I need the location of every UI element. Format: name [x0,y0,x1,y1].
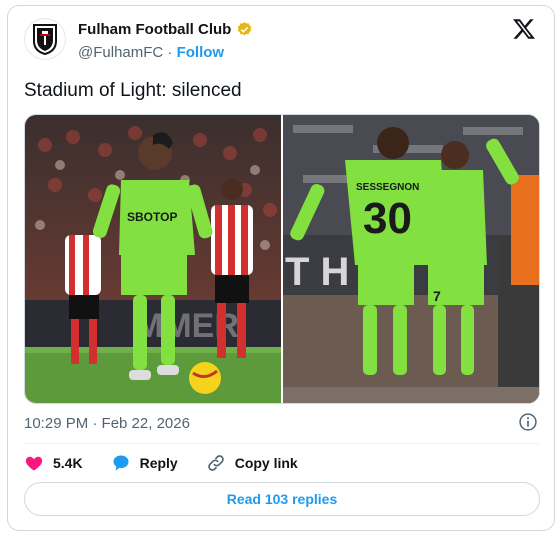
like-button[interactable]: 5.4K [24,453,83,473]
handle-separator: · [167,44,173,61]
reply-bubble-icon [113,455,129,471]
tweet-text: Stadium of Light: silenced [24,80,242,101]
verified-badge-icon [238,22,252,36]
shirt-name: SESSEGNON [356,182,419,193]
shirt-number: 30 [363,194,412,243]
reply-label: Reply [139,455,178,471]
tweet-media[interactable]: MMER SBOTOP T H SESSEGNON 30 7 [24,114,540,404]
tweet-timestamp[interactable]: 10:29 PM · Feb 22, 2026 [24,415,190,432]
like-count: 5.4K [53,455,83,471]
fulham-crest-icon [33,24,57,55]
reply-button[interactable]: Reply [111,453,178,473]
display-name[interactable]: Fulham Football Club [78,21,231,38]
account-name-row[interactable]: Fulham Football Club [78,21,253,38]
svg-text:T H: T H [285,250,349,294]
divider [24,443,540,444]
tweet-actions: 5.4K Reply Copy link [24,452,326,474]
football-match-photo-icon: MMER SBOTOP [25,115,281,403]
celebration-photo-right[interactable]: T H SESSEGNON 30 7 [283,115,539,403]
account-handle[interactable]: @FulhamFC [78,44,163,61]
info-icon[interactable] [518,412,538,432]
copy-link-button[interactable]: Copy link [206,453,298,473]
copy-link-label: Copy link [234,455,298,471]
shirt-number-second: 7 [433,288,441,304]
fulham-crest-avatar[interactable] [24,18,66,60]
link-icon [207,455,224,471]
handle-row: @FulhamFC · Follow [78,44,224,61]
x-logo-icon[interactable] [512,17,536,41]
read-replies-button[interactable]: Read 103 replies [24,482,540,516]
heart-icon [25,456,43,471]
read-replies-label: Read 103 replies [226,491,338,507]
shirt-sponsor: SBOTOP [127,210,177,224]
follow-button[interactable]: Follow [177,44,225,61]
match-photo-left[interactable]: MMER SBOTOP [25,115,281,403]
celebration-photo-icon: T H SESSEGNON 30 7 [283,115,539,403]
